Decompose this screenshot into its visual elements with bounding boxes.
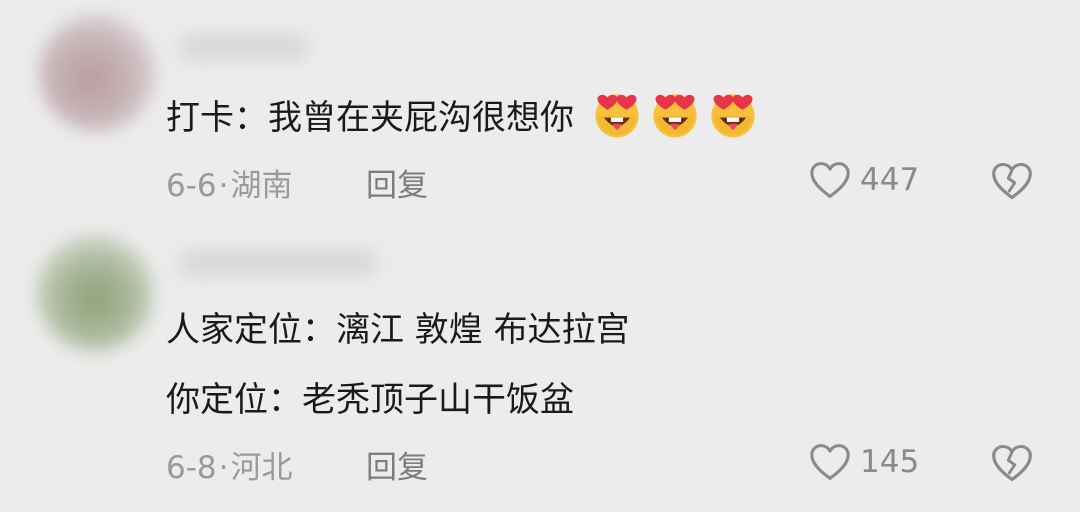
heart-outline-icon bbox=[810, 444, 850, 480]
comment-item: 打卡：我曾在夹屁沟很想你 6-6·湖南 回复 447 bbox=[0, 0, 1080, 232]
broken-heart-icon[interactable] bbox=[990, 160, 1034, 202]
separator-dot: · bbox=[218, 168, 229, 204]
comment-text-line: 你定位：老秃顶子山干饭盆 bbox=[166, 380, 574, 420]
like-count: 145 bbox=[860, 444, 920, 480]
avatar[interactable] bbox=[36, 234, 154, 352]
comment-text-content: 打卡：我曾在夹屁沟很想你 bbox=[166, 98, 574, 138]
comment-item: 人家定位：漓江 敦煌 布达拉宫 你定位：老秃顶子山干饭盆 6-8·河北 回复 1… bbox=[0, 232, 1080, 512]
separator-dot: · bbox=[218, 450, 229, 486]
avatar[interactable] bbox=[38, 14, 156, 132]
heart-outline-icon bbox=[810, 162, 850, 198]
comment-date: 6-8 bbox=[166, 450, 217, 486]
comment-date: 6-6 bbox=[166, 168, 217, 204]
heart-eyes-emoji-icon bbox=[595, 94, 639, 138]
heart-eyes-emoji-icon bbox=[711, 94, 755, 138]
like-button[interactable]: 447 bbox=[808, 160, 919, 200]
comment-text-line: 人家定位：漓江 敦煌 布达拉宫 bbox=[166, 310, 630, 350]
like-button[interactable]: 145 bbox=[808, 442, 919, 482]
username-blurred[interactable] bbox=[178, 34, 308, 60]
reply-button[interactable]: 回复 bbox=[366, 160, 428, 205]
reply-button[interactable]: 回复 bbox=[366, 442, 428, 487]
like-count: 447 bbox=[860, 162, 920, 198]
username-blurred[interactable] bbox=[178, 250, 378, 276]
comment-location: 湖南 bbox=[230, 168, 293, 204]
comment-meta: 6-8·河北 回复 bbox=[166, 442, 428, 487]
comment-meta: 6-6·湖南 回复 bbox=[166, 160, 428, 205]
heart-eyes-emoji-icon bbox=[653, 94, 697, 138]
broken-heart-icon[interactable] bbox=[990, 442, 1034, 484]
comment-location: 河北 bbox=[230, 450, 293, 486]
emoji-group bbox=[574, 94, 759, 138]
comment-text: 打卡：我曾在夹屁沟很想你 bbox=[166, 82, 759, 154]
